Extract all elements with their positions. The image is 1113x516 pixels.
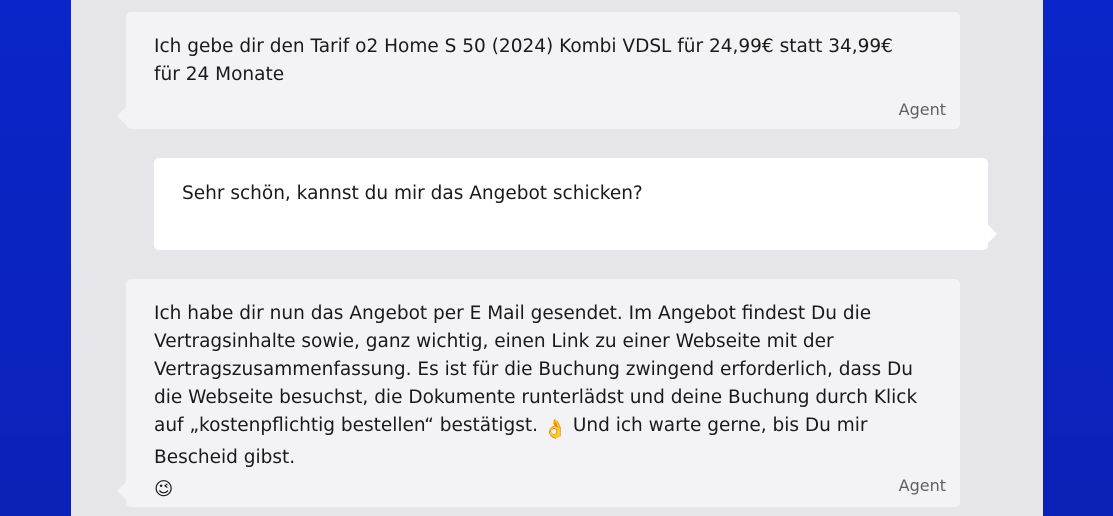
bubble-tail xyxy=(117,107,126,125)
message-text: Ich habe dir nun das Angebot per E Mail … xyxy=(154,300,920,504)
bubble-tail xyxy=(988,225,997,243)
message-text: Sehr schön, kannst du mir das Angebot sc… xyxy=(182,183,643,204)
agent-message-1: Ich gebe dir den Tarif o2 Home S 50 (202… xyxy=(117,12,960,129)
ok-hand-emoji-icon: 👌 xyxy=(543,419,567,440)
user-message-1: Sehr schön, kannst du mir das Angebot sc… xyxy=(154,158,997,250)
message-text: Ich gebe dir den Tarif o2 Home S 50 (202… xyxy=(154,36,893,85)
chat-panel: Ich gebe dir den Tarif o2 Home S 50 (202… xyxy=(71,0,1043,516)
winking-face-emoji-icon: 😉 xyxy=(154,479,174,500)
sender-label: Agent xyxy=(898,476,946,495)
agent-message-2: Ich habe dir nun das Angebot per E Mail … xyxy=(117,279,960,507)
bubble-tail xyxy=(117,482,126,500)
sender-label: Agent xyxy=(898,100,946,119)
